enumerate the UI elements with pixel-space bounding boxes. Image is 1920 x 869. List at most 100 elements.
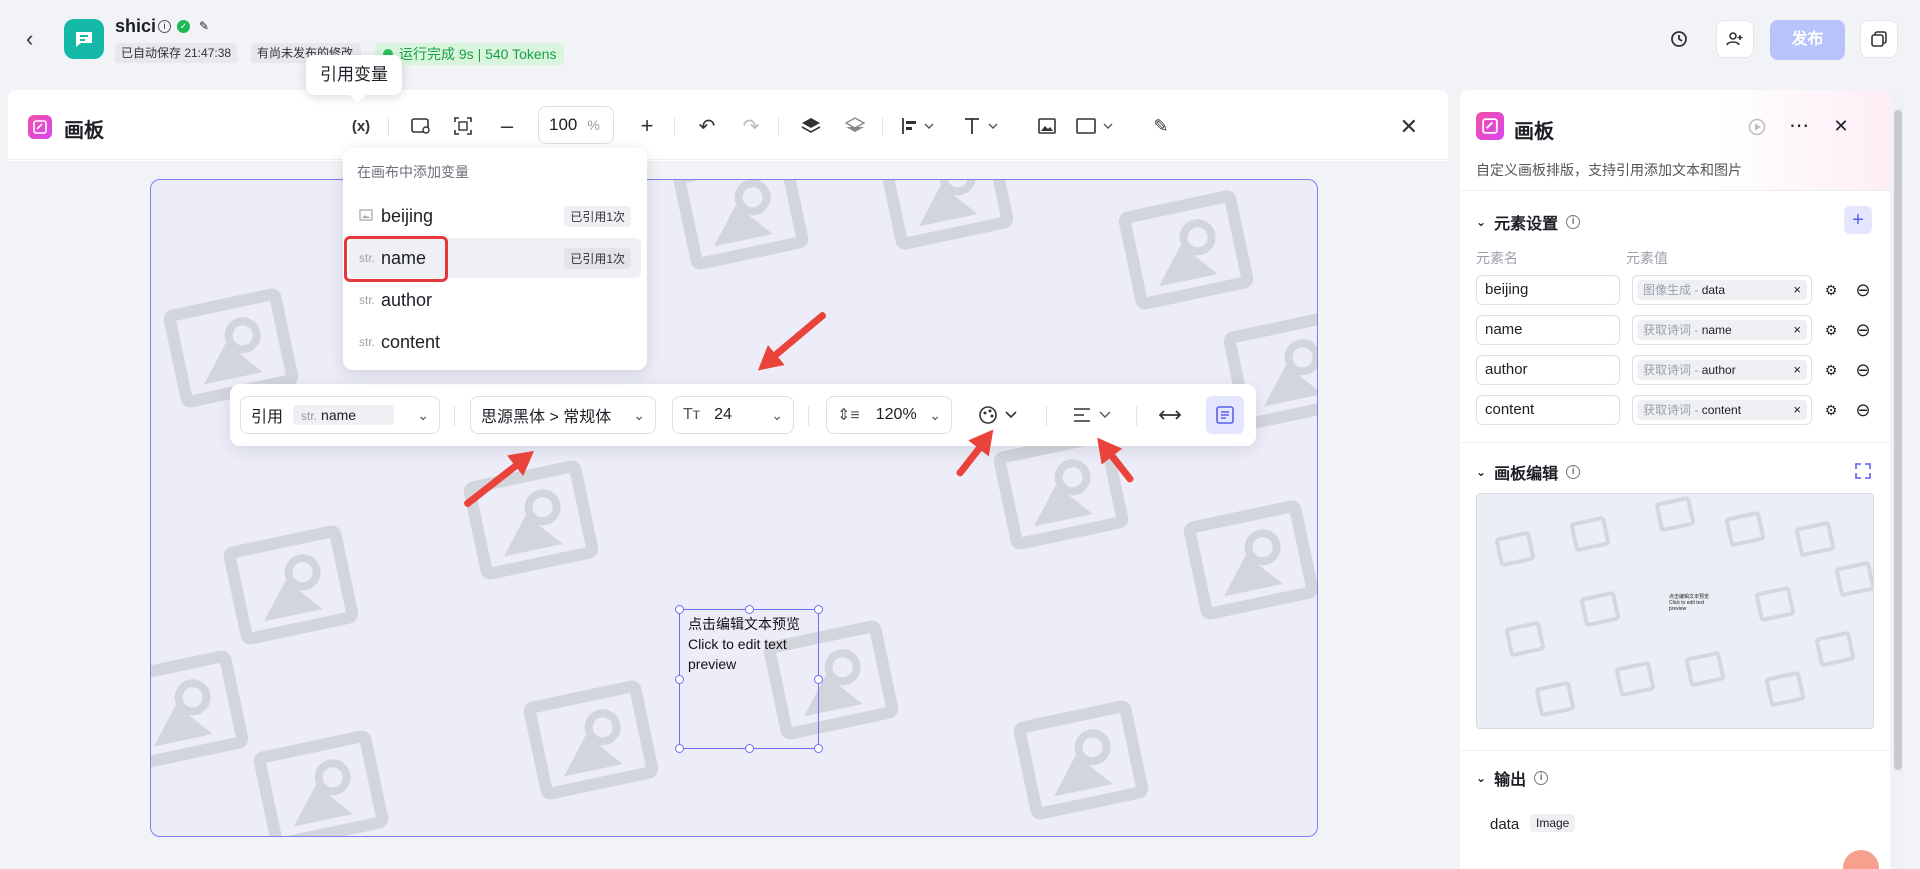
section-title: 元素设置 — [1494, 216, 1559, 233]
info-icon[interactable]: i — [158, 19, 171, 33]
info-icon: i — [1534, 771, 1549, 785]
image-placeholder-icon — [1834, 560, 1873, 598]
edit-icon[interactable]: ✎ — [196, 18, 212, 34]
output-section-header[interactable]: ⌄ 输出 i — [1476, 766, 1549, 790]
column-label-name: 元素名 — [1476, 250, 1518, 266]
reference-chip: str. name — [293, 405, 395, 425]
variable-name: content — [381, 331, 441, 352]
info-icon: i — [1566, 465, 1581, 479]
source-var: data — [1701, 283, 1726, 297]
add-image-icon[interactable] — [1032, 112, 1062, 140]
section-title: 输出 — [1494, 772, 1527, 789]
remove-tag-icon[interactable]: × — [1793, 360, 1801, 380]
remove-row-icon[interactable]: ⊖ — [1854, 280, 1872, 300]
add-text-icon[interactable] — [960, 112, 1004, 140]
used-badge: 已引用1次 — [564, 206, 631, 227]
source-var: name — [1701, 323, 1732, 337]
scrollbar-thumb[interactable] — [1894, 110, 1902, 770]
expand-icon[interactable] — [1854, 462, 1872, 480]
run-status-badge[interactable]: 运行完成 9s | 540 Tokens — [375, 43, 565, 65]
image-placeholder-icon — [1724, 510, 1766, 548]
font-size-select[interactable]: Tᴛ 24 ⌄ — [672, 396, 794, 434]
variable-tag: 获取诗词 - name × — [1637, 320, 1807, 340]
remove-tag-icon[interactable]: × — [1793, 400, 1801, 420]
element-value-field[interactable]: 获取诗词 - content × — [1632, 395, 1812, 425]
settings-gear-icon[interactable]: ⚙ — [1822, 361, 1840, 379]
element-name-input[interactable]: content — [1476, 395, 1620, 425]
image-placeholder-icon — [1654, 495, 1696, 533]
settings-gear-icon[interactable]: ⚙ — [1822, 281, 1840, 299]
send-backward-icon[interactable] — [840, 112, 870, 140]
resize-handle[interactable] — [675, 744, 684, 753]
element-value-field[interactable]: 获取诗词 - name × — [1632, 315, 1812, 345]
settings-gear-icon[interactable]: ⚙ — [1822, 401, 1840, 419]
close-icon[interactable]: ✕ — [1832, 116, 1850, 136]
resize-handle[interactable] — [745, 744, 754, 753]
source-node: 获取诗词 - — [1643, 323, 1699, 337]
font-family-select[interactable]: 思源黑体 > 常规体 ⌄ — [470, 396, 656, 434]
resize-handle[interactable] — [814, 744, 823, 753]
elements-section-header[interactable]: ⌄ 元素设置 i — [1476, 210, 1581, 234]
line-height-select[interactable]: ⇕≡ 120% ⌄ — [826, 396, 952, 434]
image-placeholder-icon — [1569, 515, 1611, 553]
element-value-field[interactable]: 图像生成 - data × — [1632, 275, 1812, 305]
board-preview[interactable]: 点击编辑文本预览 Click to edit text preview — [1476, 493, 1874, 729]
variable-reference-icon[interactable]: (x) — [346, 112, 376, 140]
collaborators-icon[interactable] — [1716, 20, 1754, 58]
remove-row-icon[interactable]: ⊖ — [1854, 400, 1872, 420]
variable-item-content[interactable]: str. content — [349, 322, 641, 362]
add-element-button[interactable]: + — [1844, 206, 1872, 234]
zoom-out-icon[interactable]: – — [492, 112, 522, 140]
element-name-input[interactable]: name — [1476, 315, 1620, 345]
board-icon — [1476, 112, 1504, 140]
publish-button[interactable]: 发布 — [1770, 20, 1845, 60]
history-icon[interactable] — [1660, 20, 1698, 58]
element-name-input[interactable]: beijing — [1476, 275, 1620, 305]
board-edit-section-header[interactable]: ⌄ 画板编辑 i — [1476, 460, 1581, 484]
canvas-panel: 画板 (x) – 100 % + ↶ ↷ ✎ ✕ 点击编辑文本预览 Click … — [8, 90, 1448, 860]
resize-handle[interactable] — [675, 605, 684, 614]
remove-row-icon[interactable]: ⊖ — [1854, 320, 1872, 340]
resize-handle[interactable] — [675, 675, 684, 684]
variable-item-author[interactable]: str. author — [349, 280, 641, 320]
variable-item-beijing[interactable]: beijing 已引用1次 — [349, 196, 641, 236]
resize-handle[interactable] — [814, 605, 823, 614]
resize-handle[interactable] — [814, 675, 823, 684]
used-badge: 已引用1次 — [564, 248, 631, 269]
text-element[interactable]: 点击编辑文本预览 Click to edit text preview — [675, 605, 823, 753]
collapse-chevron-icon: ⌄ — [1476, 465, 1487, 479]
element-value-field[interactable]: 获取诗词 - author × — [1632, 355, 1812, 385]
fixed-box-icon[interactable] — [1206, 396, 1244, 434]
output-variable: data — [1490, 816, 1520, 833]
reference-select[interactable]: 引用 str. name ⌄ — [240, 396, 440, 434]
fit-screen-icon[interactable] — [448, 112, 478, 140]
copy-icon[interactable] — [1860, 20, 1898, 58]
undo-icon[interactable]: ↶ — [692, 112, 722, 140]
zoom-in-icon[interactable]: + — [632, 112, 662, 140]
close-icon[interactable]: ✕ — [1400, 114, 1418, 140]
more-icon[interactable]: ⋯ — [1789, 115, 1809, 137]
remove-tag-icon[interactable]: × — [1793, 280, 1801, 300]
redo-icon[interactable]: ↷ — [736, 112, 766, 140]
remove-tag-icon[interactable]: × — [1793, 320, 1801, 340]
bring-forward-icon[interactable] — [796, 112, 826, 140]
element-name-input[interactable]: author — [1476, 355, 1620, 385]
chevron-down-icon: ⌄ — [633, 407, 645, 423]
resize-handle[interactable] — [745, 605, 754, 614]
add-shape-icon[interactable] — [1074, 112, 1118, 140]
image-placeholder-icon — [1764, 670, 1806, 708]
settings-gear-icon[interactable]: ⚙ — [1822, 321, 1840, 339]
auto-width-icon[interactable] — [1158, 400, 1182, 430]
source-node: 获取诗词 - — [1643, 403, 1699, 417]
zoom-input[interactable]: 100 % — [538, 106, 614, 144]
back-arrow-icon[interactable]: ‹ — [26, 28, 48, 50]
scrollbar[interactable] — [1892, 90, 1904, 869]
pen-icon[interactable]: ✎ — [1146, 112, 1176, 140]
panel-description: 自定义画板排版，支持引用添加文本和图片 — [1476, 162, 1742, 178]
canvas-settings-icon[interactable] — [406, 112, 436, 140]
text-align-icon[interactable] — [1072, 400, 1116, 430]
remove-row-icon[interactable]: ⊖ — [1854, 360, 1872, 380]
canvas-area[interactable]: 点击编辑文本预览 Click to edit text preview — [8, 161, 1448, 860]
align-dropdown-icon[interactable] — [896, 112, 940, 140]
run-icon[interactable] — [1748, 118, 1766, 136]
